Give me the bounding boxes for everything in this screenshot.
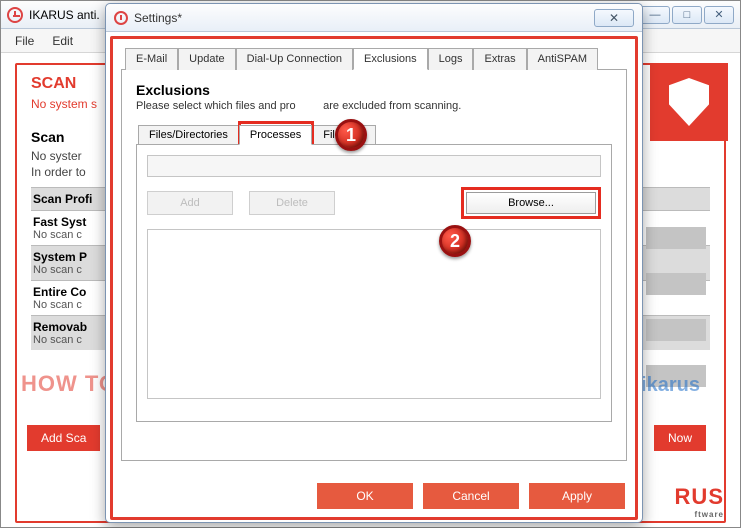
settings-close-button[interactable]: ✕ bbox=[594, 9, 634, 27]
exclusions-subtabs: Files/Directories Processes File Size bbox=[138, 124, 612, 144]
scan-now-button[interactable]: Now bbox=[654, 425, 706, 451]
tab-email[interactable]: E-Mail bbox=[125, 48, 178, 70]
settings-tabs: E-Mail Update Dial-Up Connection Exclusi… bbox=[125, 47, 627, 69]
browse-button[interactable]: Browse... bbox=[466, 192, 596, 214]
processes-panel: Add Delete Browse... bbox=[136, 144, 612, 422]
exclusions-heading: Exclusions bbox=[136, 82, 612, 98]
ikarus-icon bbox=[114, 11, 128, 25]
process-exclusion-list[interactable] bbox=[147, 229, 601, 399]
bg-action-slot[interactable] bbox=[646, 273, 706, 295]
bg-maximize-button[interactable]: □ bbox=[672, 6, 702, 24]
annotation-marker-2: 2 bbox=[439, 225, 471, 257]
dialog-button-row: OK Cancel Apply bbox=[317, 483, 625, 509]
cancel-button[interactable]: Cancel bbox=[423, 483, 519, 509]
settings-body: E-Mail Update Dial-Up Connection Exclusi… bbox=[110, 36, 638, 520]
delete-button[interactable]: Delete bbox=[249, 191, 335, 215]
tab-logs[interactable]: Logs bbox=[428, 48, 474, 70]
ikarus-logo-text: RUSftware bbox=[675, 484, 724, 519]
add-scan-button[interactable]: Add Sca bbox=[27, 425, 100, 451]
bg-close-button[interactable]: ✕ bbox=[704, 6, 734, 24]
tab-dialup[interactable]: Dial-Up Connection bbox=[236, 48, 353, 70]
bg-window-title: IKARUS anti. bbox=[29, 8, 100, 22]
settings-title: Settings* bbox=[134, 11, 182, 25]
settings-titlebar: Settings* ✕ bbox=[106, 4, 642, 32]
bg-window-controls: — □ ✕ bbox=[640, 6, 734, 24]
subtab-files-directories[interactable]: Files/Directories bbox=[138, 125, 239, 145]
add-button[interactable]: Add bbox=[147, 191, 233, 215]
annotation-highlight-browse: Browse... bbox=[461, 187, 601, 219]
tab-update[interactable]: Update bbox=[178, 48, 235, 70]
ok-button[interactable]: OK bbox=[317, 483, 413, 509]
annotation-marker-1: 1 bbox=[335, 119, 367, 151]
process-path-input[interactable] bbox=[147, 155, 601, 177]
bg-minimize-button[interactable]: — bbox=[640, 6, 670, 24]
exclusions-subtext: Please select which files and pro are ex… bbox=[136, 100, 612, 112]
tab-antispam[interactable]: AntiSPAM bbox=[527, 48, 598, 70]
bg-action-slot[interactable] bbox=[646, 319, 706, 341]
exclusions-panel: Exclusions Please select which files and… bbox=[121, 69, 627, 461]
settings-dialog: Settings* ✕ E-Mail Update Dial-Up Connec… bbox=[105, 3, 643, 523]
menu-edit[interactable]: Edit bbox=[44, 32, 81, 50]
apply-button[interactable]: Apply bbox=[529, 483, 625, 509]
subtab-processes[interactable]: Processes bbox=[239, 125, 312, 145]
menu-file[interactable]: File bbox=[7, 32, 42, 50]
tab-extras[interactable]: Extras bbox=[473, 48, 526, 70]
ikarus-icon bbox=[7, 7, 23, 23]
bg-action-slot[interactable] bbox=[646, 227, 706, 249]
tab-exclusions[interactable]: Exclusions bbox=[353, 48, 428, 70]
